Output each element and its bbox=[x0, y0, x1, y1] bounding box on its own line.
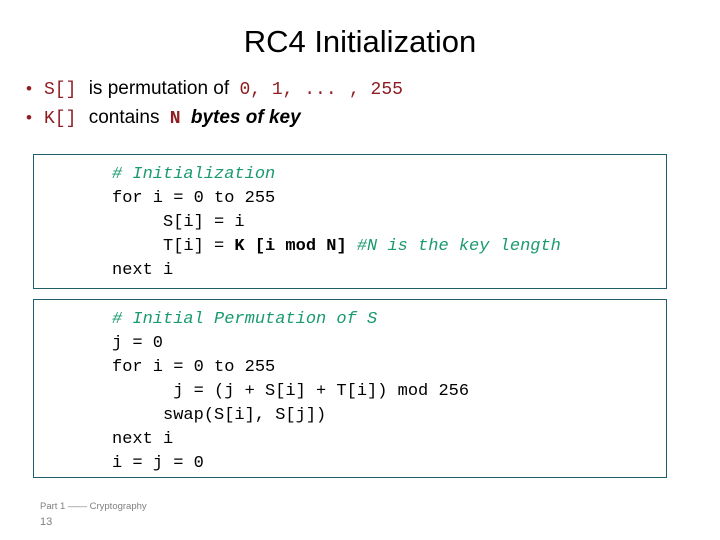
bullet-2-code-k: K[] bbox=[44, 109, 77, 129]
slide-footer: Part 1 —— Cryptography 13 bbox=[40, 500, 147, 529]
code-text: j = 0 bbox=[112, 334, 164, 353]
bullet-marker-icon: • bbox=[26, 108, 32, 127]
code-comment: # Initialization bbox=[112, 165, 276, 184]
code-line: T[i] = K [i mod N] #N is the key length bbox=[34, 235, 666, 259]
footer-course-label: Part 1 —— Cryptography bbox=[40, 501, 147, 512]
code-lines: # Initial Permutation of S j = 0 for i = 0… bbox=[34, 300, 666, 476]
bullet-1-code-s: S[] bbox=[44, 80, 77, 100]
code-text: K [i mod N] bbox=[234, 237, 347, 256]
bullet-1-range-end: , 255 bbox=[348, 80, 403, 100]
code-block-initialization: # Initialization for i = 0 to 255 S[i] = … bbox=[33, 154, 667, 289]
code-text: j = (j + S[i] + T[i]) mod 256 bbox=[112, 382, 470, 401]
code-comment: # Initial Permutation of S bbox=[112, 310, 378, 329]
code-text: swap(S[i], S[j]) bbox=[112, 406, 327, 425]
code-text: for i = 0 to 255 bbox=[112, 189, 276, 208]
code-line: for i = 0 to 255 bbox=[34, 187, 666, 211]
code-line: # Initialization bbox=[34, 163, 666, 187]
code-line: S[i] = i bbox=[34, 211, 666, 235]
code-line: next i bbox=[34, 259, 666, 283]
code-line: j = 0 bbox=[34, 332, 666, 356]
list-item: • K[] contains N bytes of key bbox=[18, 103, 708, 132]
code-text: next i bbox=[112, 261, 174, 280]
code-line: j = (j + S[i] + T[i]) mod 256 bbox=[34, 380, 666, 404]
page-title: RC4 Initialization bbox=[243, 24, 477, 59]
code-line: i = j = 0 bbox=[34, 452, 666, 476]
code-text: i = j = 0 bbox=[112, 454, 204, 473]
bullet-1-range: 0, 1, ... bbox=[239, 80, 337, 100]
bullet-1-text: is permutation of bbox=[88, 78, 230, 99]
code-line: next i bbox=[34, 428, 666, 452]
code-comment: #N is the key length bbox=[356, 237, 561, 256]
bullet-2-emphasis: bytes of key bbox=[190, 107, 301, 128]
footer-page-number: 13 bbox=[40, 516, 53, 528]
code-text: S[i] = i bbox=[112, 213, 245, 232]
list-item: • S[] is permutation of 0, 1, ... , 255 bbox=[18, 74, 708, 103]
code-line: # Initial Permutation of S bbox=[34, 308, 666, 332]
code-text: T[i] = bbox=[112, 237, 235, 256]
bullet-2-text: contains bbox=[88, 107, 160, 128]
bullet-marker-icon: • bbox=[26, 79, 32, 98]
code-lines: # Initialization for i = 0 to 255 S[i] = … bbox=[34, 155, 666, 283]
code-text: for i = 0 to 255 bbox=[112, 358, 276, 377]
code-block-initial-permutation: # Initial Permutation of S j = 0 for i = 0… bbox=[33, 299, 667, 478]
bullet-2-code-n: N bbox=[169, 109, 181, 129]
bullet-list: • S[] is permutation of 0, 1, ... , 255 … bbox=[18, 74, 708, 132]
code-line: for i = 0 to 255 bbox=[34, 356, 666, 380]
code-text: next i bbox=[112, 430, 174, 449]
code-line: swap(S[i], S[j]) bbox=[34, 404, 666, 428]
